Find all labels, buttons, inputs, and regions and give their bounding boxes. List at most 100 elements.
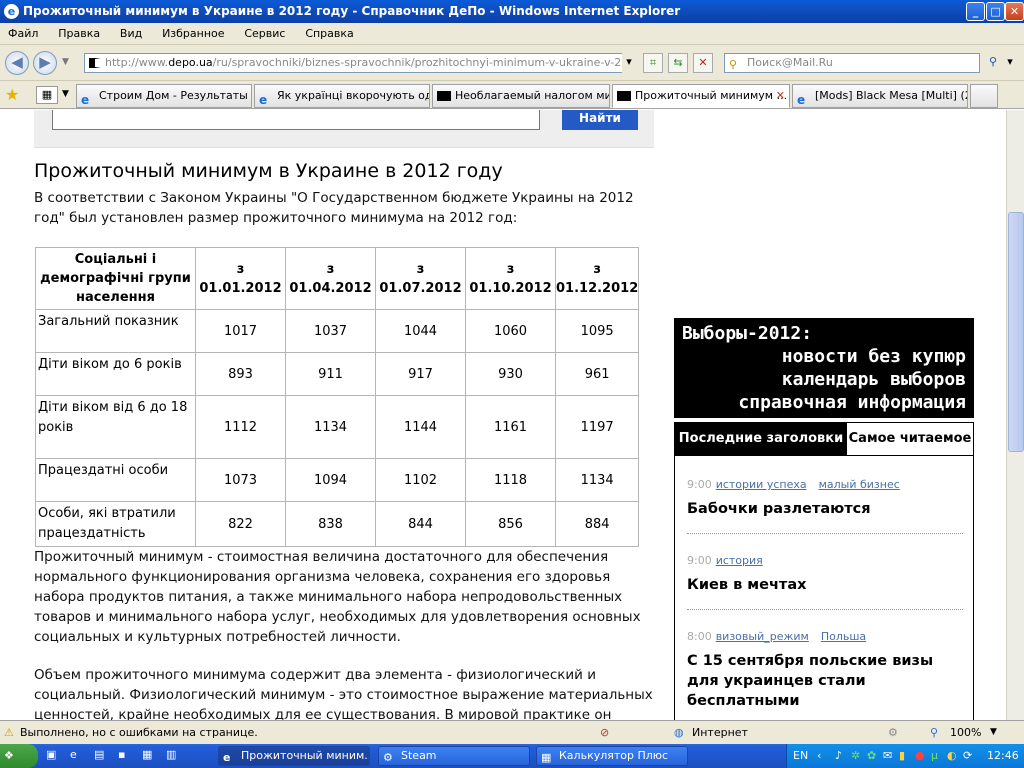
news-tag-link[interactable]: истории успеха bbox=[716, 478, 807, 491]
vertical-scrollbar[interactable] bbox=[1006, 110, 1024, 720]
table-cell: 1134 bbox=[285, 395, 376, 459]
table-cell: 1095 bbox=[554, 309, 640, 353]
back-arrow-icon[interactable]: ◀ bbox=[5, 51, 29, 75]
date-header: з 01.10.2012 bbox=[465, 247, 556, 310]
url-domain: depo.ua bbox=[168, 56, 213, 69]
update-icon[interactable]: ⟳ bbox=[963, 744, 972, 768]
close-tab-icon[interactable]: ✕ bbox=[776, 85, 785, 107]
show-desktop-icon[interactable]: ▣ bbox=[46, 748, 56, 761]
favorites-star-icon[interactable]: ★ bbox=[5, 85, 19, 104]
ie-quicklaunch-icon[interactable]: e bbox=[70, 748, 77, 761]
tab-list-dropdown-icon[interactable]: ▼ bbox=[62, 89, 69, 99]
tab-neoblagaemyi[interactable]: Необлагаемый налогом мин... bbox=[432, 84, 610, 108]
antivirus-icon[interactable]: ● bbox=[915, 744, 925, 768]
task-calculator[interactable]: ▦ Калькулятор Плюс bbox=[536, 746, 688, 766]
tab-ukraintsi[interactable]: e Як українці вкорочують од... bbox=[254, 84, 430, 108]
menu-file[interactable]: Файл bbox=[0, 23, 46, 45]
table-cell: 1144 bbox=[375, 395, 466, 459]
find-button[interactable]: Найти bbox=[562, 110, 638, 130]
tray-expand-icon[interactable]: ‹ bbox=[817, 744, 821, 768]
table-cell: 1161 bbox=[465, 395, 556, 459]
news-item: 9:00 история Киев в мечтах bbox=[687, 554, 963, 610]
search-icon[interactable]: ⚲ bbox=[983, 53, 1003, 73]
maximize-button[interactable]: □ bbox=[986, 2, 1005, 21]
table-cell: 1037 bbox=[285, 309, 376, 353]
news-headline[interactable]: С 15 сентября польские визы для украинце… bbox=[687, 651, 963, 711]
start-button[interactable]: ❖ bbox=[0, 744, 38, 768]
date-header: з 01.07.2012 bbox=[375, 247, 466, 310]
refresh-icon[interactable]: ⇆ bbox=[668, 53, 688, 73]
history-dropdown-icon[interactable]: ▼ bbox=[62, 57, 69, 67]
stop-icon[interactable]: ✕ bbox=[693, 53, 713, 73]
search-engine-icon: ⚲ bbox=[729, 58, 738, 71]
table-cell: 1197 bbox=[554, 395, 640, 459]
task-steam[interactable]: ⚙ Steam bbox=[378, 746, 530, 766]
news-tag-link[interactable]: Польша bbox=[821, 630, 866, 643]
date-header: з 01.01.2012 bbox=[195, 247, 286, 310]
news-time: 9:00 bbox=[687, 554, 712, 567]
news-tag-link[interactable]: визовый_режим bbox=[716, 630, 809, 643]
cmd-quicklaunch-icon[interactable]: ▪ bbox=[118, 748, 125, 761]
zoom-dropdown-icon[interactable]: ▼ bbox=[990, 721, 997, 744]
table-cell: 856 bbox=[465, 501, 556, 547]
torrent-icon[interactable]: ✿ bbox=[867, 744, 876, 768]
news-tag-link[interactable]: малый бизнес bbox=[819, 478, 900, 491]
menu-view[interactable]: Вид bbox=[112, 23, 150, 45]
volume-icon[interactable]: ♪ bbox=[835, 744, 842, 768]
news-headline[interactable]: Киев в мечтах bbox=[687, 575, 963, 595]
news-item: 8:00 визовый_режим Польша С 15 сентября по… bbox=[687, 630, 963, 720]
task-ie[interactable]: e Прожиточный миним... bbox=[218, 746, 370, 766]
tab-most-read[interactable]: Самое читаемое bbox=[847, 423, 973, 456]
row-label: Особи, які втратили працездатність bbox=[35, 501, 196, 547]
search-placeholder: Поиск@Mail.Ru bbox=[747, 56, 833, 69]
signal-icon[interactable]: ▮ bbox=[899, 744, 905, 768]
compatibility-icon[interactable]: ⌗ bbox=[643, 53, 663, 73]
address-dropdown-icon[interactable]: ▾ bbox=[622, 53, 636, 73]
address-field[interactable]: http://www.depo.ua/ru/spravochniki/bizne… bbox=[84, 53, 636, 73]
intro-text: В соответствии с Законом Украины "О Госу… bbox=[34, 190, 634, 226]
close-button[interactable]: ✕ bbox=[1005, 2, 1024, 21]
minimize-button[interactable]: _ bbox=[966, 2, 985, 21]
explorer-quicklaunch-icon[interactable]: ▤ bbox=[94, 748, 104, 761]
new-tab-button[interactable] bbox=[970, 84, 998, 108]
system-tray: EN ‹ ♪ ✲ ✿ ✉ ▮ ● μ ◐ ⟳ 12:46 bbox=[786, 744, 1024, 768]
table-cell: 1044 bbox=[375, 309, 466, 353]
clock[interactable]: 12:46 bbox=[987, 744, 1019, 768]
battery-icon[interactable]: ◐ bbox=[947, 744, 957, 768]
language-indicator[interactable]: EN bbox=[793, 744, 808, 768]
ie-page-icon: e bbox=[259, 93, 268, 107]
date-value: 01.07.2012 bbox=[379, 280, 462, 296]
mail-icon[interactable]: ✉ bbox=[883, 744, 892, 768]
utorrent-icon[interactable]: μ bbox=[931, 744, 938, 768]
tab-black-mesa[interactable]: e [Mods] Black Mesa [Multi] (20... bbox=[792, 84, 968, 108]
row-label: Загальний показник bbox=[35, 309, 196, 353]
news-item: 9:00 истории успеха малый бизнес Бабочки р… bbox=[687, 478, 963, 534]
app-quicklaunch-icon[interactable]: ▦ bbox=[142, 748, 152, 761]
table-cell: 1060 bbox=[465, 309, 556, 353]
scrollbar-thumb[interactable] bbox=[1008, 212, 1024, 452]
app2-quicklaunch-icon[interactable]: ▥ bbox=[166, 748, 176, 761]
menu-help[interactable]: Справка bbox=[297, 23, 361, 45]
site-search-box: Найти bbox=[34, 110, 654, 148]
table-cell: 844 bbox=[375, 501, 466, 547]
network-icon[interactable]: ✲ bbox=[851, 744, 860, 768]
search-input[interactable]: ⚲ Поиск@Mail.Ru bbox=[724, 53, 980, 73]
tab-prozhitochnyi-active[interactable]: Прожиточный минимум ... ✕ bbox=[612, 84, 790, 108]
search-options-icon[interactable]: ▾ bbox=[1003, 53, 1017, 73]
quick-tabs-icon[interactable]: ▦ bbox=[36, 86, 58, 104]
site-search-input[interactable] bbox=[52, 110, 540, 130]
warning-icon[interactable]: ⚠ bbox=[4, 721, 14, 744]
menu-favorites[interactable]: Избранное bbox=[154, 23, 232, 45]
tab-stroim-dom[interactable]: e Строим Дом - Результаты п... bbox=[76, 84, 252, 108]
menu-tools[interactable]: Сервис bbox=[236, 23, 293, 45]
table-cell: 838 bbox=[285, 501, 376, 547]
zoom-level[interactable]: 100% bbox=[950, 721, 981, 744]
news-tag-link[interactable]: история bbox=[716, 554, 763, 567]
menu-edit[interactable]: Правка bbox=[50, 23, 108, 45]
forward-arrow-icon[interactable]: ▶ bbox=[33, 51, 57, 75]
tab-latest-headlines[interactable]: Последние заголовки bbox=[675, 423, 847, 456]
date-prefix: з bbox=[236, 261, 245, 277]
popup-blocker-icon[interactable]: ⚙ bbox=[888, 721, 898, 744]
elections-banner[interactable]: Выборы-2012: новости без купюр календарь… bbox=[674, 318, 974, 418]
news-headline[interactable]: Бабочки разлетаются bbox=[687, 499, 963, 519]
